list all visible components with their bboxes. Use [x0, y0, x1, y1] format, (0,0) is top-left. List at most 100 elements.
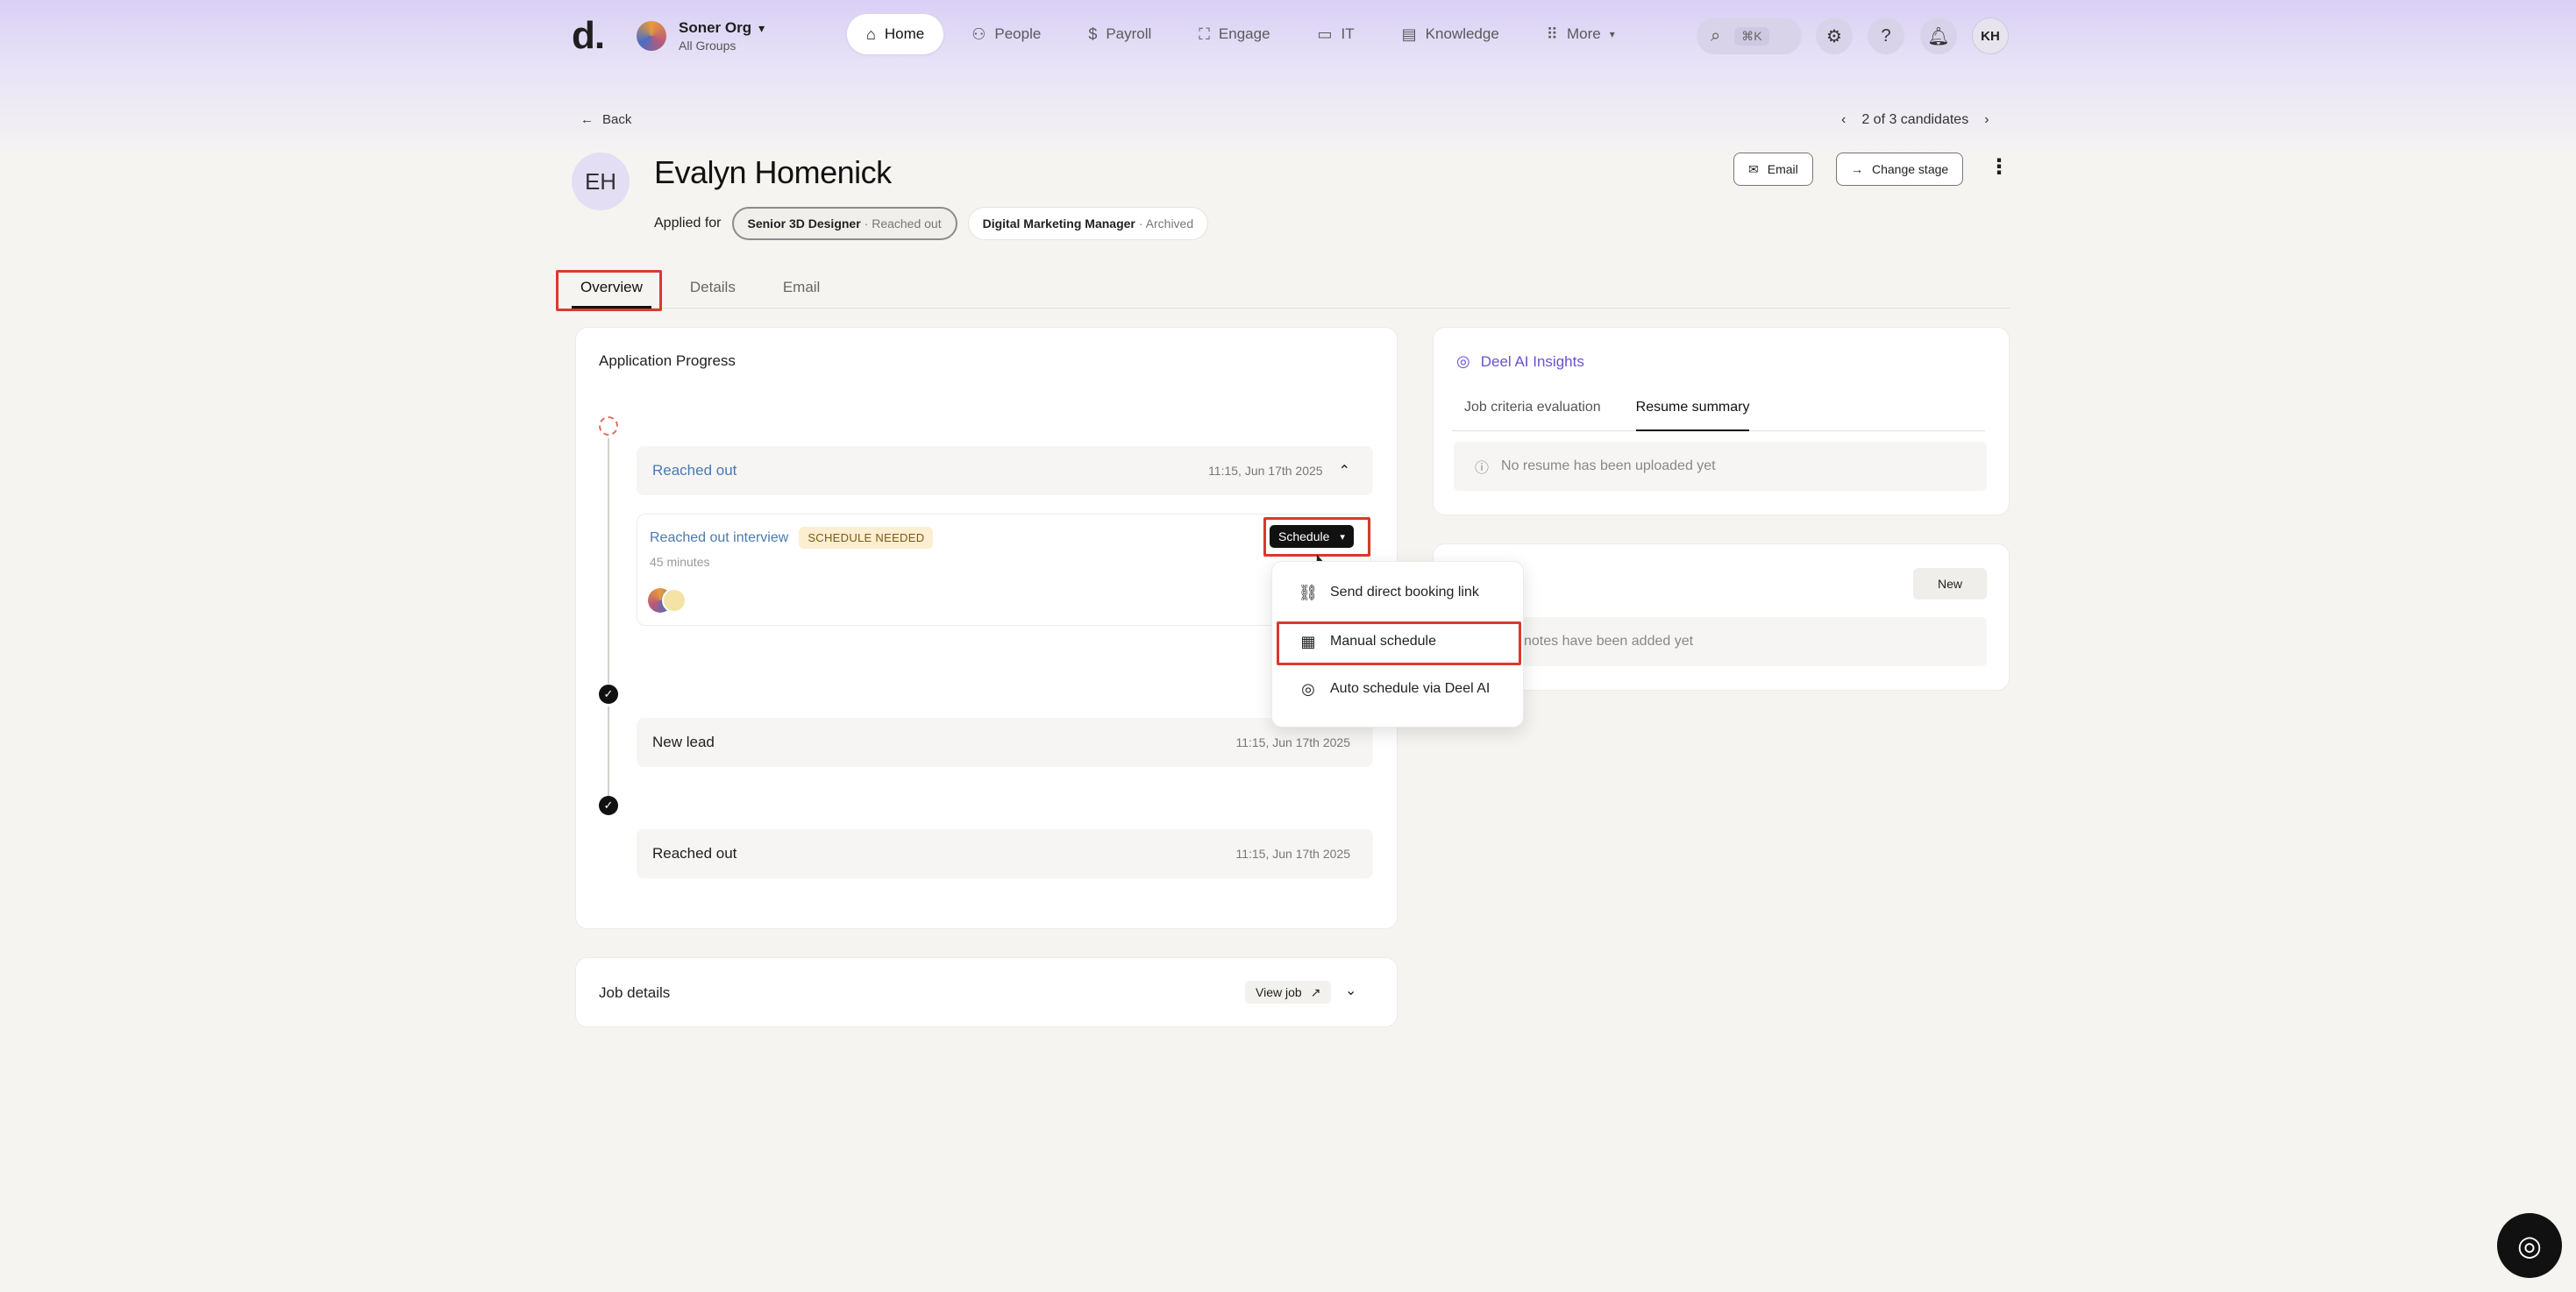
tab-email[interactable]: Email	[774, 272, 829, 309]
stage-row[interactable]: New lead 11:15, Jun 17th 2025	[637, 718, 1373, 767]
nav-label: Home	[884, 25, 925, 42]
org-name: Soner Org	[679, 19, 752, 36]
nav-label: Knowledge	[1425, 25, 1499, 42]
ai-icon: ◎	[1456, 352, 1470, 370]
back-link[interactable]: ← Back	[580, 112, 631, 127]
people-icon: ⚇	[971, 25, 986, 43]
interview-title[interactable]: Reached out interview	[650, 530, 788, 546]
more-options-icon[interactable]: ⋮	[1989, 154, 2010, 180]
nav-home[interactable]: ⌂ Home	[847, 14, 944, 54]
deel-logo[interactable]: d.	[572, 14, 605, 58]
highlight-schedule	[1263, 517, 1370, 557]
stage-time: 11:15, Jun 17th 2025	[1235, 735, 1350, 749]
nav-label: People	[994, 25, 1042, 42]
email-button-label: Email	[1767, 162, 1798, 176]
notes-empty-state: notes have been added yet	[1454, 617, 1987, 666]
notes-empty-text: notes have been added yet	[1524, 634, 1694, 649]
completed-stage-icon: ✓	[599, 685, 618, 704]
ai-insights-tabs: Job criteria evaluation Resume summary	[1452, 393, 1985, 431]
nav-more[interactable]: ⠿ More ▾	[1527, 14, 1634, 54]
nav-knowledge[interactable]: ▤ Knowledge	[1383, 14, 1519, 54]
chip-role: Digital Marketing Manager	[982, 217, 1135, 231]
user-avatar[interactable]: KH	[1972, 18, 2009, 54]
nav-engage[interactable]: ⛶ Engage	[1179, 14, 1289, 54]
settings-button[interactable]: ⚙	[1816, 18, 1853, 54]
ai-icon: ◎	[1301, 679, 1315, 698]
nav-people[interactable]: ⚇ People	[952, 14, 1060, 54]
nav-label: Engage	[1218, 25, 1270, 42]
nav-label: IT	[1341, 25, 1355, 42]
org-sub: All Groups	[679, 39, 737, 53]
main-nav: ⌂ Home ⚇ People $ Payroll ⛶ Engage ▭ IT …	[847, 14, 1634, 54]
ai-assistant-button[interactable]: ◎	[2497, 1213, 2562, 1278]
tab-resume-summary[interactable]: Resume summary	[1635, 393, 1750, 431]
laptop-icon: ▭	[1317, 25, 1333, 43]
external-link-icon: ↗	[1310, 984, 1321, 999]
new-note-button[interactable]: New	[1913, 568, 1987, 600]
progress-title: Application Progress	[599, 352, 736, 369]
grid-icon: ⠿	[1546, 25, 1558, 43]
notifications-button[interactable]: 🔔︎	[1920, 18, 1957, 54]
tab-job-criteria[interactable]: Job criteria evaluation	[1452, 393, 1601, 430]
nav-it[interactable]: ▭ IT	[1299, 14, 1374, 54]
interviewer-avatar	[662, 588, 687, 613]
email-button[interactable]: ✉ Email	[1733, 153, 1813, 186]
applied-for: Applied for Senior 3D Designer · Reached…	[654, 207, 1209, 240]
org-avatar	[637, 21, 666, 51]
chip-status: · Archived	[1138, 217, 1194, 231]
timeline-line	[608, 706, 609, 798]
stage-time: 11:15, Jun 17th 2025	[1208, 464, 1323, 478]
menu-item-auto-schedule[interactable]: ◎ Auto schedule via Deel AI	[1299, 679, 1490, 699]
chevron-down-icon: ▾	[1609, 28, 1615, 40]
help-icon: ?	[1881, 25, 1891, 46]
nav-label: More	[1566, 25, 1601, 42]
completed-stage-icon: ✓	[599, 796, 618, 815]
global-search[interactable]: ⌕ ⌘K	[1697, 18, 1802, 54]
link-icon: ⛓	[1298, 583, 1319, 601]
org-switcher[interactable]: Soner Org ▾ All Groups	[637, 19, 765, 53]
application-chip[interactable]: Senior 3D Designer · Reached out	[731, 207, 957, 240]
chevron-down-icon[interactable]: ⌄	[1345, 982, 1356, 999]
stage-time: 11:15, Jun 17th 2025	[1235, 847, 1350, 861]
change-stage-button[interactable]: → Change stage	[1836, 153, 1964, 186]
application-chip[interactable]: Digital Marketing Manager · Archived	[967, 207, 1209, 240]
arrow-left-icon: ←	[580, 112, 594, 127]
chevron-left-icon[interactable]: ‹	[1841, 112, 1846, 128]
bell-icon: 🔔︎	[1927, 26, 1950, 46]
chevron-up-icon[interactable]: ⌃	[1339, 462, 1350, 479]
back-label: Back	[602, 112, 632, 127]
info-icon: ⓘ	[1475, 461, 1490, 476]
menu-item-label: Auto schedule via Deel AI	[1330, 681, 1491, 696]
engage-icon: ⛶	[1199, 25, 1210, 43]
stage-row[interactable]: Reached out 11:15, Jun 17th 2025	[637, 829, 1373, 878]
timeline-line	[608, 438, 609, 684]
stage-row[interactable]: Reached out 11:15, Jun 17th 2025 ⌃	[637, 446, 1373, 495]
candidate-avatar: EH	[572, 153, 630, 210]
arrow-right-icon: →	[1851, 162, 1863, 176]
pending-stage-icon	[599, 416, 618, 436]
chip-role: Senior 3D Designer	[747, 217, 861, 231]
nav-label: Payroll	[1106, 25, 1152, 42]
applied-for-label: Applied for	[654, 216, 722, 231]
gear-icon: ⚙	[1826, 26, 1842, 46]
highlight-manual-schedule	[1277, 621, 1521, 665]
stage-label: Reached out	[652, 845, 737, 862]
change-stage-label: Change stage	[1872, 162, 1949, 176]
search-icon: ⌕	[1711, 25, 1721, 46]
book-icon: ▤	[1401, 25, 1417, 43]
menu-item-label: Send direct booking link	[1330, 585, 1479, 600]
interview-duration: 45 minutes	[650, 555, 710, 569]
search-shortcut: ⌘K	[1734, 26, 1769, 46]
highlight-overview	[556, 270, 662, 311]
candidate-tabs: Overview Details Email	[572, 272, 2010, 309]
chevron-right-icon[interactable]: ›	[1984, 112, 1989, 128]
help-button[interactable]: ?	[1868, 18, 1904, 54]
nav-payroll[interactable]: $ Payroll	[1069, 14, 1171, 54]
menu-item-booking-link[interactable]: ⛓ Send direct booking link	[1299, 583, 1479, 602]
view-job-label: View job	[1256, 985, 1302, 999]
view-job-button[interactable]: View job ↗	[1245, 981, 1332, 1004]
chevron-down-icon: ▾	[758, 20, 765, 35]
tab-details[interactable]: Details	[681, 272, 744, 309]
stage-label: Reached out	[652, 462, 737, 479]
interview-card: Reached out interview SCHEDULE NEEDED 45…	[637, 514, 1371, 626]
